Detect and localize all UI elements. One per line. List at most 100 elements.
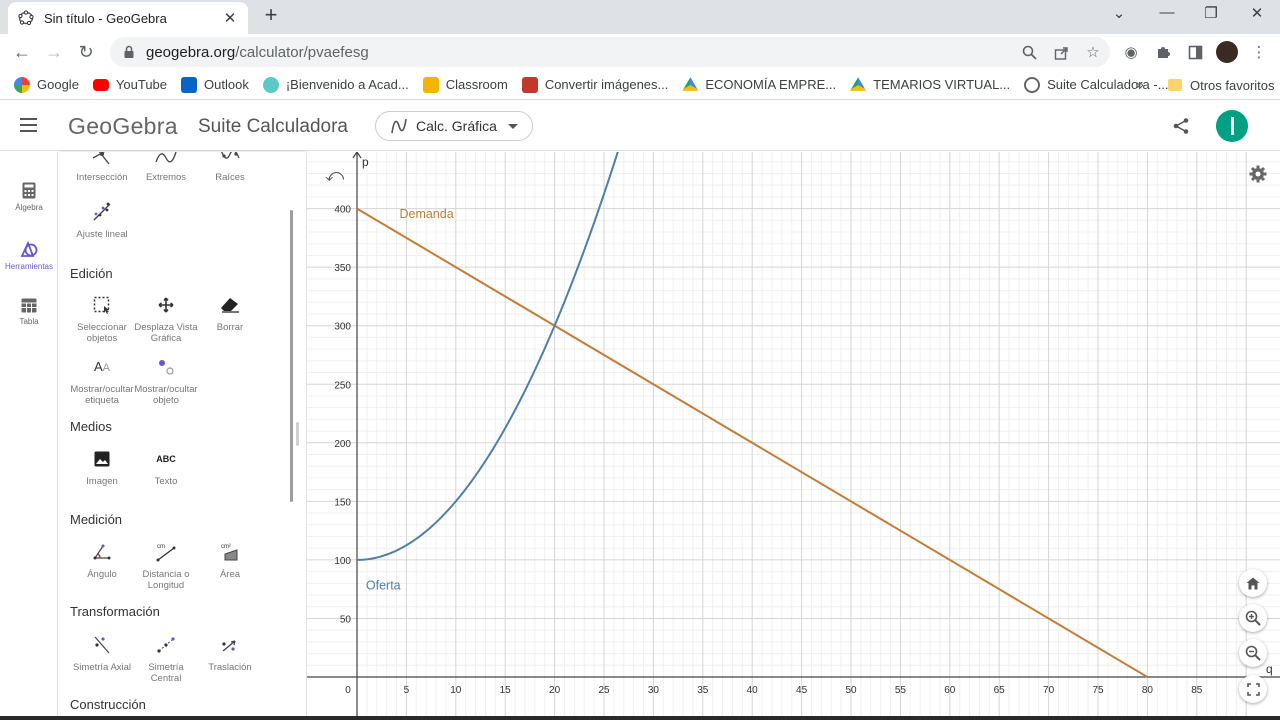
google-icon xyxy=(14,76,30,93)
tool-simetria-axial[interactable]: Simetría Axial xyxy=(68,634,136,673)
tool-imagen[interactable]: Imagen xyxy=(68,448,136,487)
zoom-out-icon xyxy=(1245,645,1261,661)
tool-label: Desplaza Vista xyxy=(134,322,198,333)
share-icon[interactable] xyxy=(1172,117,1190,135)
tool-label: Texto xyxy=(154,476,178,487)
undo-icon[interactable]: ⤺ xyxy=(325,165,344,186)
y-tick-label: 50 xyxy=(340,614,352,625)
close-window-button[interactable]: ✕ xyxy=(1242,4,1272,22)
y-tick-label: 150 xyxy=(334,497,351,508)
forward-button[interactable]: → xyxy=(38,36,70,68)
extremum-icon xyxy=(155,152,177,166)
tool-label: Seleccionar xyxy=(77,322,127,333)
bookmark-convertir[interactable]: Convertir imágenes... xyxy=(521,76,668,93)
browser-tab-strip: Sin título - GeoGebra ✕ + ⌄ — ❐ ✕ xyxy=(0,0,1280,34)
geogebra-icon xyxy=(1024,76,1041,93)
tool-mostrar-objeto[interactable]: Mostrar/ocultar objeto xyxy=(132,356,200,406)
fullscreen-button[interactable] xyxy=(1239,675,1267,703)
tool-mostrar-etiqueta[interactable]: AA Mostrar/ocultar etiqueta xyxy=(68,356,136,407)
tool-label: Simetría xyxy=(148,662,184,673)
geogebra-favicon-icon xyxy=(18,10,34,26)
bookmark-youtube[interactable]: YouTube xyxy=(92,77,167,92)
url-text: geogebra.org/calculator/pvaefesg xyxy=(146,44,369,61)
bookmark-outlook[interactable]: Outlook xyxy=(181,76,249,93)
x-tick-label: 5 xyxy=(404,685,410,696)
bookmark-classroom[interactable]: Classroom xyxy=(422,76,508,93)
tab-search-icon[interactable]: ⌄ xyxy=(1104,4,1134,22)
rail-algebra[interactable]: Álgebra xyxy=(0,182,58,212)
side-panel-icon[interactable] xyxy=(1184,41,1206,63)
bookmark-star-icon[interactable]: ☆ xyxy=(1084,43,1102,61)
tool-simetria-central[interactable]: Simetría Central xyxy=(132,634,200,684)
app-selector[interactable]: Calc. Gráfica xyxy=(375,111,533,141)
graphics-view[interactable]: pq 0 5 10 15 20 25 30 35 40 45 50 55 60 65 70 75 80 85 50 1… xyxy=(307,152,1280,717)
tool-label: Imagen xyxy=(86,476,118,487)
reflect-line-icon xyxy=(91,634,113,656)
x-tick-label: 75 xyxy=(1092,685,1104,696)
tool-label: Gráfica xyxy=(150,333,182,344)
section-edicion: Edición xyxy=(70,266,113,281)
y-tick-label: 400 xyxy=(334,205,351,216)
eraser-icon xyxy=(219,294,241,316)
tool-extremos[interactable]: Extremos xyxy=(132,152,200,183)
tool-label: Distancia o xyxy=(142,569,190,580)
tool-angulo[interactable]: Ángulo xyxy=(68,541,136,580)
tool-area[interactable]: cm² Área xyxy=(196,541,264,580)
tool-interseccion[interactable]: Intersección xyxy=(68,152,136,183)
graph-canvas[interactable]: pq 0 5 10 15 20 25 30 35 40 45 50 55 60 65 70 75 80 85501… xyxy=(307,152,1280,717)
zoom-icon[interactable] xyxy=(1020,43,1038,61)
reload-button[interactable]: ↻ xyxy=(70,36,102,68)
tool-label: Mostrar/ocultar xyxy=(134,384,198,395)
minimize-button[interactable]: — xyxy=(1152,4,1182,21)
tool-label: objeto xyxy=(153,395,179,406)
rail-tabla[interactable]: Tabla xyxy=(0,298,58,326)
classroom-icon xyxy=(422,76,439,93)
tool-traslacion[interactable]: Traslación xyxy=(196,634,264,673)
best-fit-line-icon xyxy=(91,201,113,223)
tool-desplaza-vista[interactable]: Desplaza Vista Gráfica xyxy=(132,294,200,344)
panel-resize-handle[interactable] xyxy=(296,422,299,446)
browser-tab[interactable]: Sin título - GeoGebra ✕ xyxy=(8,2,248,34)
hamburger-menu-icon[interactable] xyxy=(20,118,37,136)
profile-avatar[interactable] xyxy=(1216,41,1238,63)
zoom-out-button[interactable] xyxy=(1239,639,1267,667)
roots-icon xyxy=(219,152,241,166)
chrome-menu-icon[interactable]: ⋮ xyxy=(1248,41,1270,63)
other-bookmarks[interactable]: Otros favoritos xyxy=(1168,70,1275,100)
zoom-in-button[interactable] xyxy=(1239,604,1267,632)
settings-gear-icon[interactable] xyxy=(1249,165,1267,183)
panel-scrollbar[interactable] xyxy=(290,210,293,502)
bookmark-temarios[interactable]: TEMARIOS VIRTUAL... xyxy=(850,77,1010,93)
user-avatar[interactable] xyxy=(1216,110,1248,142)
x-tick-label: 85 xyxy=(1191,685,1203,696)
bookmark-economia[interactable]: ECONOMÍA EMPRE... xyxy=(682,77,836,93)
tool-ajuste-lineal[interactable]: Ajuste lineal xyxy=(68,201,136,240)
tool-borrar[interactable]: Borrar xyxy=(196,294,264,333)
bookmark-google[interactable]: Google xyxy=(14,76,79,93)
tool-seleccionar[interactable]: Seleccionar objetos xyxy=(68,294,136,344)
puzzle-extensions-icon[interactable] xyxy=(1152,41,1174,63)
tool-texto[interactable]: ABC Texto xyxy=(132,448,200,488)
tab-close-icon[interactable]: ✕ xyxy=(222,9,238,27)
section-medios: Medios xyxy=(70,419,112,434)
record-extension-icon[interactable]: ◉ xyxy=(1120,41,1142,63)
bookmark-bienvenido[interactable]: ¡Bienvenido a Acad... xyxy=(262,76,409,93)
x-tick-label: 0 xyxy=(345,685,351,696)
share-page-icon[interactable] xyxy=(1052,43,1070,61)
address-bar[interactable]: geogebra.org/calculator/pvaefesg ☆ xyxy=(110,37,1110,67)
back-button[interactable]: ← xyxy=(6,36,38,68)
home-view-button[interactable] xyxy=(1239,569,1267,597)
new-tab-button[interactable]: + xyxy=(259,4,283,28)
restore-button[interactable]: ❐ xyxy=(1196,4,1226,22)
rail-herramientas[interactable]: Herramientas xyxy=(0,240,58,271)
bookmark-label: Outlook xyxy=(204,77,249,92)
tool-label: Borrar xyxy=(216,322,244,333)
section-medicion: Medición xyxy=(70,512,123,527)
tool-label: Traslación xyxy=(208,662,252,673)
bookmark-suite[interactable]: Suite Calculadora -... xyxy=(1024,76,1169,93)
tool-raices[interactable]: Raíces xyxy=(196,152,264,183)
tool-label: Mostrar/ocultar xyxy=(70,384,134,395)
bookmarks-overflow-icon[interactable]: » xyxy=(1136,76,1144,92)
tool-distancia[interactable]: cm Distancia o Longitud xyxy=(132,541,200,591)
x-tick-label: 60 xyxy=(944,685,956,696)
